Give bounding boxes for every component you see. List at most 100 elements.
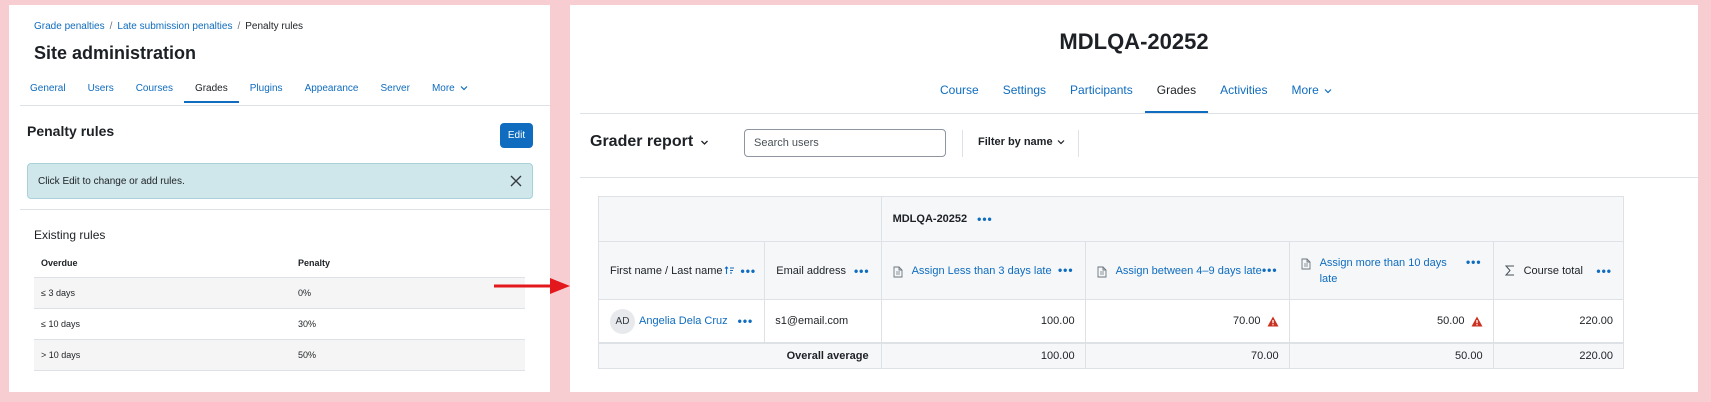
student-actions-menu[interactable]: •••: [738, 314, 754, 328]
course-secondary-nav: Course Settings Participants Grades Acti…: [928, 70, 1344, 113]
assign1-actions-menu[interactable]: •••: [1058, 263, 1074, 277]
average-cell: 50.00: [1288, 342, 1494, 369]
column-header-name[interactable]: First name / Last name: [610, 265, 723, 277]
table-row: ≤ 3 days 0%: [34, 277, 525, 309]
alert-text: Click Edit to change or add rules.: [38, 176, 185, 187]
assign3-header-cell: Assign more than 10 days late •••: [1288, 241, 1494, 300]
total-actions-menu[interactable]: •••: [1596, 264, 1612, 278]
tab-courses[interactable]: Courses: [125, 69, 184, 103]
student-email-cell: s1@email.com: [764, 299, 882, 344]
tab-appearance[interactable]: Appearance: [294, 69, 370, 103]
breadcrumb-current: Penalty rules: [245, 21, 304, 32]
admin-secondary-nav: General Users Courses Grades Plugins App…: [19, 69, 479, 103]
grade-cell[interactable]: 220.00: [1492, 299, 1625, 344]
assign1-header-cell: Assign Less than 3 days late •••: [880, 241, 1086, 300]
column-header-email: Email address: [776, 264, 846, 277]
table-header-row: Overdue Penalty: [34, 248, 525, 278]
penalty-warning-icon[interactable]: [1471, 316, 1483, 327]
divider: [20, 105, 550, 106]
table-row: ≤ 10 days 30%: [34, 308, 525, 340]
overdue-cell: ≤ 10 days: [34, 308, 291, 340]
report-selector[interactable]: Grader report: [590, 133, 709, 151]
info-alert: Click Edit to change or add rules.: [27, 163, 533, 199]
penalty-cell: 50%: [291, 339, 525, 371]
category-actions-menu[interactable]: •••: [977, 212, 993, 226]
tab-more-label: More: [431, 83, 455, 94]
email-header-cell: Email address •••: [764, 241, 882, 300]
tab-grades[interactable]: Grades: [1144, 70, 1209, 113]
chevron-down-icon: [1057, 140, 1065, 145]
overdue-cell: > 10 days: [34, 339, 291, 371]
grader-table: MDLQA-20252 ••• First name / Last name •…: [597, 196, 1625, 369]
divider: [20, 209, 550, 210]
sort-ascending-icon[interactable]: [724, 265, 735, 276]
tab-general[interactable]: General: [19, 69, 77, 103]
report-title: Grader report: [590, 133, 694, 150]
overall-average-row: Overall average 100.00 70.00 50.00 220.0…: [598, 342, 1625, 369]
assign2-actions-menu[interactable]: •••: [1262, 263, 1278, 277]
tab-participants[interactable]: Participants: [1058, 70, 1145, 113]
divider: [580, 113, 1698, 114]
course-title: MDLQA-20252: [1059, 29, 1209, 54]
assign3-actions-menu[interactable]: •••: [1466, 255, 1482, 269]
assign-between-4-9-days-link[interactable]: Assign between 4–9 days late: [1116, 263, 1262, 279]
average-cell: 100.00: [880, 342, 1086, 369]
category-header-cell: MDLQA-20252 •••: [880, 196, 1625, 242]
category-header-row: MDLQA-20252 •••: [598, 196, 1625, 242]
tab-plugins[interactable]: Plugins: [239, 69, 294, 103]
filter-by-name-dropdown[interactable]: Filter by name: [978, 136, 1065, 148]
grade-value: 50.00: [1436, 315, 1465, 327]
red-arrow-annotation: [494, 278, 570, 294]
name-column-actions-menu[interactable]: •••: [741, 264, 757, 278]
overdue-cell: ≤ 3 days: [34, 277, 291, 309]
search-users-input[interactable]: [744, 129, 946, 157]
avatar[interactable]: AD: [610, 308, 635, 334]
grader-report-panel: MDLQA-20252 Course Settings Participants…: [570, 5, 1698, 392]
empty-header-cell: [598, 196, 882, 242]
close-icon[interactable]: [508, 173, 524, 189]
rules-table: Overdue Penalty ≤ 3 days 0% ≤ 10 days 30…: [34, 248, 525, 371]
existing-rules-title: Existing rules: [34, 228, 106, 242]
student-name-link[interactable]: Angelia Dela Cruz: [639, 315, 728, 327]
grade-cell[interactable]: 50.00: [1288, 299, 1494, 344]
breadcrumb-late-submission-penalties[interactable]: Late submission penalties: [117, 21, 232, 32]
tab-settings[interactable]: Settings: [991, 70, 1058, 113]
site-admin-panel: Grade penalties / Late submission penaltie…: [9, 5, 550, 392]
column-header-overdue: Overdue: [34, 248, 291, 278]
tab-users[interactable]: Users: [77, 69, 125, 103]
category-name: MDLQA-20252: [892, 213, 968, 225]
divider: [1078, 130, 1079, 157]
filter-label: Filter by name: [978, 136, 1053, 148]
tab-activities[interactable]: Activities: [1208, 70, 1279, 113]
section-title: Penalty rules: [27, 123, 115, 139]
sigma-icon: [1504, 265, 1514, 276]
assignment-icon: [1301, 258, 1311, 269]
penalty-warning-icon[interactable]: [1267, 316, 1279, 327]
total-header-cell: Course total •••: [1492, 241, 1625, 300]
chevron-down-icon: [1324, 89, 1332, 94]
penalty-cell: 30%: [291, 308, 525, 340]
column-header-penalty: Penalty: [291, 248, 525, 278]
assign-less-than-3-days-link[interactable]: Assign Less than 3 days late: [912, 263, 1058, 279]
edit-button[interactable]: Edit: [500, 123, 533, 148]
column-header-course-total: Course total: [1523, 264, 1583, 277]
grade-value: 70.00: [1232, 315, 1261, 327]
email-column-actions-menu[interactable]: •••: [854, 264, 870, 278]
tab-more[interactable]: More: [1279, 70, 1344, 113]
tab-more[interactable]: More: [421, 69, 479, 103]
tab-course[interactable]: Course: [928, 70, 991, 113]
grade-cell[interactable]: 70.00: [1084, 299, 1290, 344]
assign2-header-cell: Assign between 4–9 days late •••: [1084, 241, 1290, 300]
grade-cell[interactable]: 100.00: [880, 299, 1086, 344]
breadcrumb-grade-penalties[interactable]: Grade penalties: [34, 21, 105, 32]
tab-server[interactable]: Server: [370, 69, 421, 103]
breadcrumb: Grade penalties / Late submission penaltie…: [34, 21, 304, 32]
tab-grades[interactable]: Grades: [183, 69, 239, 103]
table-row: AD Angelia Dela Cruz ••• s1@email.com 10…: [597, 299, 1625, 344]
assignment-icon: [893, 266, 903, 277]
overall-average-label: Overall average: [598, 342, 882, 369]
assign-more-than-10-days-link[interactable]: Assign more than 10 days late: [1320, 255, 1466, 287]
tab-more-label: More: [1291, 83, 1319, 97]
chevron-down-icon: [460, 86, 467, 91]
page-title: Site administration: [34, 43, 197, 63]
